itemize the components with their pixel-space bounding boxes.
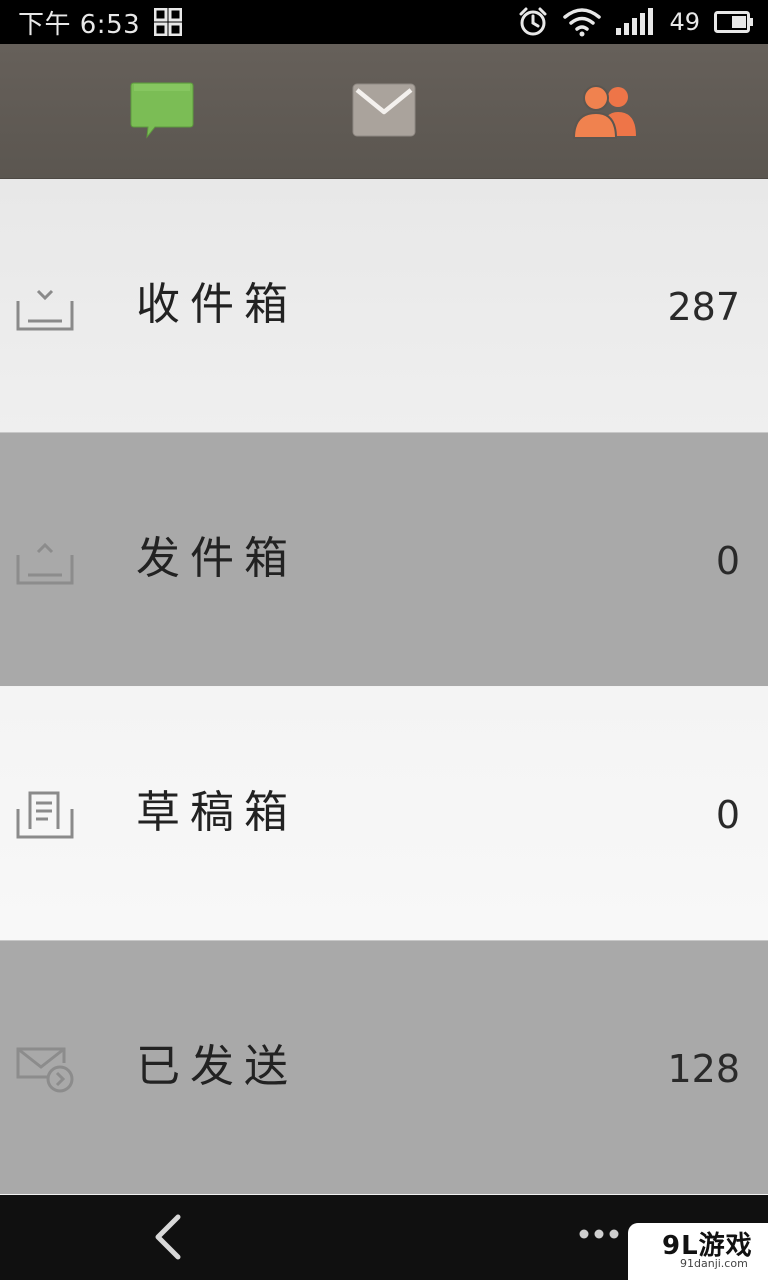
outbox-icon — [16, 542, 74, 585]
sms-app-screen: 下午 6:53 49 收件箱 287 发件箱 0 草稿箱 0 已发送 128 9… — [0, 0, 768, 1280]
drafts-icon — [16, 791, 74, 839]
tab-mail[interactable] — [274, 44, 494, 178]
app-grid-icon — [154, 8, 183, 36]
folder-count: 0 — [715, 539, 740, 583]
folder-row-outbox[interactable]: 发件箱 0 — [0, 433, 768, 686]
status-right: 49 — [517, 0, 754, 44]
folder-label: 草稿箱 — [136, 787, 298, 838]
status-time: 下午 6:53 — [18, 9, 141, 40]
folder-list: 收件箱 287 发件箱 0 草稿箱 0 已发送 128 — [0, 179, 768, 1195]
folder-label: 收件箱 — [136, 279, 298, 330]
status-bar: 下午 6:53 49 — [0, 0, 768, 44]
battery-icon — [714, 11, 753, 33]
inbox-icon — [16, 289, 74, 331]
folder-row-sent[interactable]: 已发送 128 — [0, 941, 768, 1194]
folder-label: 发件箱 — [136, 533, 298, 584]
folder-label: 已发送 — [136, 1041, 298, 1092]
bottom-nav-bar: 9L游戏 91danji.com — [0, 1195, 768, 1280]
watermark-url: 91danji.com — [680, 1257, 748, 1270]
battery-level: 49 — [669, 8, 700, 36]
folder-count: 128 — [667, 1047, 740, 1091]
folder-row-inbox[interactable]: 收件箱 287 — [0, 179, 768, 433]
signal-icon — [616, 8, 654, 35]
tab-messages[interactable] — [52, 44, 272, 178]
folder-count: 287 — [667, 285, 740, 329]
top-tab-bar — [0, 44, 768, 179]
people-icon — [572, 85, 636, 139]
back-arrow-icon[interactable] — [146, 1213, 190, 1261]
folder-count: 0 — [715, 793, 740, 837]
more-options-icon[interactable] — [578, 1228, 624, 1240]
envelope-icon — [352, 83, 416, 137]
status-left: 下午 6:53 — [18, 0, 183, 44]
alarm-icon — [519, 7, 547, 36]
wifi-icon — [563, 8, 602, 37]
watermark-logo: 9L游戏 91danji.com — [628, 1223, 768, 1280]
sent-icon — [16, 1047, 74, 1093]
chat-bubble-icon — [130, 82, 194, 139]
folder-row-drafts[interactable]: 草稿箱 0 — [0, 687, 768, 941]
tab-contacts[interactable] — [496, 44, 716, 178]
